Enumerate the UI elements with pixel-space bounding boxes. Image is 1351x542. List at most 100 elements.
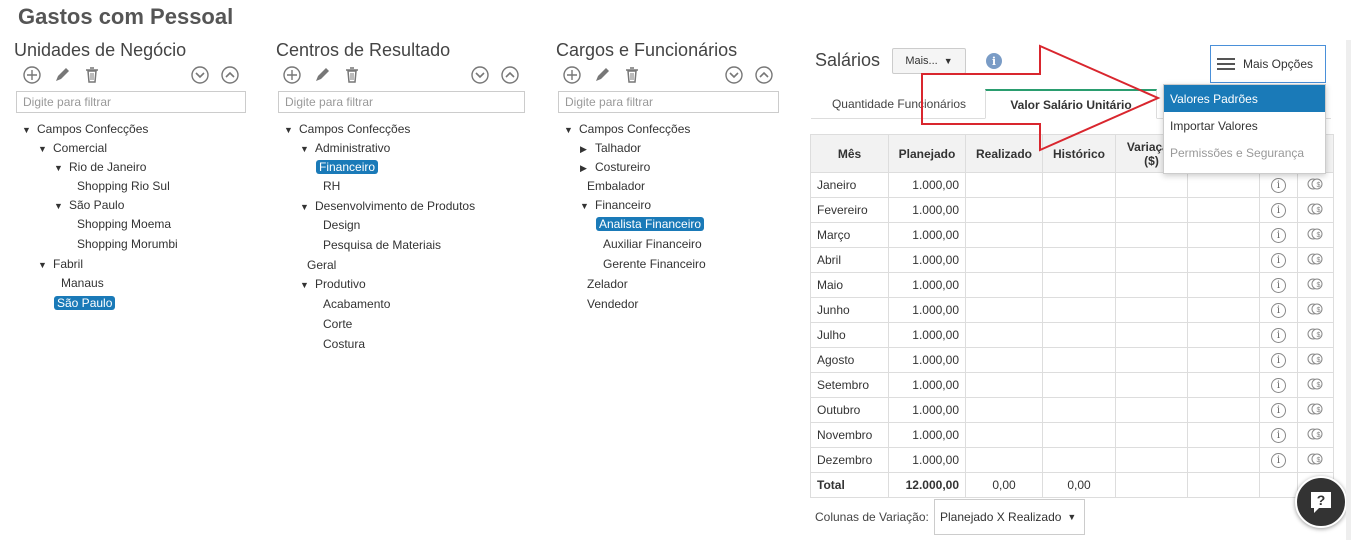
tree-node[interactable]: Shopping Morumbi — [70, 236, 181, 252]
expand-up-icon[interactable] — [754, 65, 774, 85]
tree-node[interactable]: ▼ São Paulo — [54, 197, 127, 214]
info-circle-icon[interactable]: i — [1271, 403, 1286, 418]
coins-icon[interactable]: $ — [1307, 278, 1325, 293]
coins-icon[interactable]: $ — [1307, 453, 1325, 468]
caret-down-icon[interactable]: ▼ — [54, 160, 66, 176]
caret-down-icon[interactable]: ▼ — [300, 199, 312, 215]
caret-right-icon[interactable]: ▶ — [580, 141, 592, 157]
collapse-down-icon[interactable] — [470, 65, 490, 85]
tree-node[interactable]: Financeiro — [312, 159, 379, 175]
coins-icon[interactable]: $ — [1307, 203, 1325, 218]
cell-realizado[interactable] — [965, 372, 1043, 398]
tree-node[interactable]: ▼ Campos Confecções — [564, 121, 693, 138]
tree-node[interactable]: Vendedor — [580, 296, 641, 312]
tree-node[interactable]: Analista Financeiro — [592, 216, 705, 232]
info-circle-icon[interactable]: i — [1271, 453, 1286, 468]
info-circle-icon[interactable]: i — [1271, 328, 1286, 343]
cell-realizado[interactable] — [965, 222, 1043, 248]
cell-realizado[interactable] — [965, 172, 1043, 198]
cell-realizado[interactable] — [965, 197, 1043, 223]
tree-node[interactable]: ▼ Comercial — [38, 140, 110, 157]
info-circle-icon[interactable]: i — [1271, 203, 1286, 218]
tab-valor-salario[interactable]: Valor Salário Unitário — [985, 89, 1157, 119]
caret-down-icon[interactable]: ▼ — [38, 141, 50, 157]
collapse-down-icon[interactable] — [190, 65, 210, 85]
tree-node[interactable]: Shopping Rio Sul — [70, 178, 173, 194]
tree-node[interactable]: ▼ Financeiro — [580, 197, 654, 214]
tree-node[interactable]: Corte — [316, 316, 355, 332]
caret-down-icon[interactable]: ▼ — [22, 122, 34, 138]
tree-node[interactable]: Acabamento — [316, 296, 393, 312]
tree-node[interactable]: ▼ Produtivo — [300, 276, 369, 293]
edit-icon[interactable] — [312, 65, 332, 85]
delete-icon[interactable] — [82, 65, 102, 85]
coins-icon[interactable]: $ — [1307, 303, 1325, 318]
info-circle-icon[interactable]: i — [1271, 303, 1286, 318]
coins-icon[interactable]: $ — [1307, 353, 1325, 368]
filter-input-centros[interactable] — [278, 91, 525, 113]
cell-realizado[interactable] — [965, 322, 1043, 348]
cell-realizado[interactable] — [965, 422, 1043, 448]
scrollbar[interactable] — [1346, 40, 1351, 540]
mais-dropdown-button[interactable]: Mais... ▼ — [892, 48, 966, 74]
caret-down-icon[interactable]: ▼ — [564, 122, 576, 138]
tree-node[interactable]: Pesquisa de Materiais — [316, 237, 444, 253]
coins-icon[interactable]: $ — [1307, 378, 1325, 393]
tree-node[interactable]: ▼ Administrativo — [300, 140, 393, 157]
tree-node[interactable]: ▶ Talhador — [580, 140, 644, 157]
tree-node[interactable]: ▼ Campos Confecções — [284, 121, 413, 138]
coins-icon[interactable]: $ — [1307, 428, 1325, 443]
caret-down-icon[interactable]: ▼ — [284, 122, 296, 138]
coins-icon[interactable]: $ — [1307, 328, 1325, 343]
tree-node[interactable]: Embalador — [580, 178, 648, 194]
info-circle-icon[interactable]: i — [1271, 178, 1286, 193]
info-circle-icon[interactable]: i — [1271, 378, 1286, 393]
caret-down-icon[interactable]: ▼ — [300, 277, 312, 293]
info-circle-icon[interactable]: i — [1271, 428, 1286, 443]
tree-node[interactable]: Costura — [316, 336, 368, 352]
tree-node[interactable]: Gerente Financeiro — [596, 256, 709, 272]
help-chat-button[interactable]: ? — [1295, 476, 1347, 528]
add-icon[interactable] — [282, 65, 302, 85]
cell-realizado[interactable] — [965, 397, 1043, 423]
tree-node[interactable]: Auxiliar Financeiro — [596, 236, 705, 252]
caret-down-icon[interactable]: ▼ — [54, 198, 66, 214]
cell-realizado[interactable] — [965, 447, 1043, 473]
tree-node[interactable]: RH — [316, 178, 343, 194]
cell-realizado[interactable] — [965, 247, 1043, 273]
tree-node[interactable]: Geral — [300, 257, 339, 273]
cell-realizado[interactable] — [965, 297, 1043, 323]
filter-input-cargos[interactable] — [558, 91, 779, 113]
tree-node[interactable]: ▶ Costureiro — [580, 159, 653, 176]
tree-node[interactable]: São Paulo — [50, 295, 116, 311]
tab-quantidade[interactable]: Quantidade Funcionários — [817, 89, 981, 119]
expand-up-icon[interactable] — [220, 65, 240, 85]
add-icon[interactable] — [22, 65, 42, 85]
coins-icon[interactable]: $ — [1307, 253, 1325, 268]
tree-node[interactable]: ▼ Campos Confecções — [22, 121, 151, 138]
tree-node[interactable]: ▼ Desenvolvimento de Produtos — [300, 198, 478, 215]
variacao-select[interactable]: Planejado X Realizado ▼ — [934, 499, 1085, 535]
mais-opcoes-button[interactable]: Mais Opções — [1210, 45, 1326, 83]
edit-icon[interactable] — [592, 65, 612, 85]
menu-item-valores-padroes[interactable]: Valores Padrões — [1164, 85, 1325, 112]
info-circle-icon[interactable]: i — [1271, 278, 1286, 293]
cell-realizado[interactable] — [965, 272, 1043, 298]
coins-icon[interactable]: $ — [1307, 228, 1325, 243]
tree-node[interactable]: ▼ Fabril — [38, 256, 86, 273]
coins-icon[interactable]: $ — [1307, 403, 1325, 418]
info-circle-icon[interactable]: i — [1271, 228, 1286, 243]
tree-node[interactable]: ▼ Rio de Janeiro — [54, 159, 149, 176]
caret-down-icon[interactable]: ▼ — [38, 257, 50, 273]
filter-input-unidades[interactable] — [16, 91, 246, 113]
caret-down-icon[interactable]: ▼ — [580, 198, 592, 214]
tree-node[interactable]: Zelador — [580, 276, 631, 292]
tree-node[interactable]: Design — [316, 217, 363, 233]
tree-node[interactable]: Shopping Moema — [70, 216, 174, 232]
info-circle-icon[interactable]: i — [1271, 353, 1286, 368]
tree-node[interactable]: Manaus — [54, 275, 107, 291]
info-icon[interactable]: i — [986, 53, 1002, 69]
delete-icon[interactable] — [342, 65, 362, 85]
add-icon[interactable] — [562, 65, 582, 85]
coins-icon[interactable]: $ — [1307, 178, 1325, 193]
